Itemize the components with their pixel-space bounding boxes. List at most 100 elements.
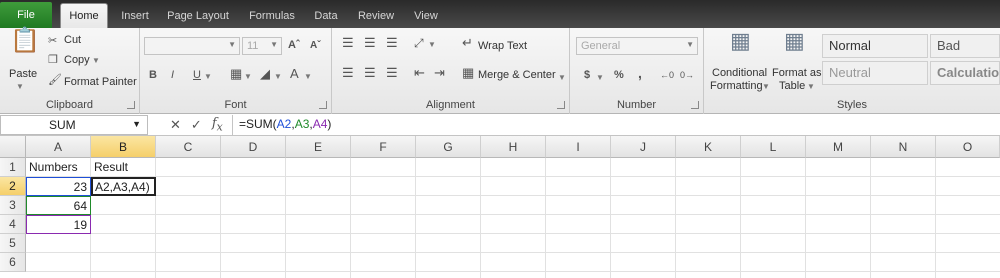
row-header-4[interactable]: 4 bbox=[0, 215, 26, 234]
column-header-b[interactable]: B bbox=[91, 136, 156, 158]
cell-a4[interactable]: 19 bbox=[26, 215, 91, 234]
tab-file[interactable]: File bbox=[0, 2, 52, 28]
paste-button[interactable]: Paste bbox=[9, 68, 37, 80]
row-header-1[interactable]: 1 bbox=[0, 158, 26, 177]
style-neutral[interactable]: Neutral bbox=[822, 61, 928, 85]
cell-a1[interactable]: Numbers bbox=[26, 158, 91, 177]
percent-button[interactable]: % bbox=[614, 68, 624, 82]
font-color-dropdown-icon[interactable]: ▼ bbox=[304, 70, 312, 84]
cell-a3[interactable]: 64 bbox=[26, 196, 91, 215]
clipboard-dialog-launcher-icon[interactable] bbox=[127, 101, 135, 109]
paste-icon[interactable]: 📋 bbox=[10, 29, 40, 53]
tab-data[interactable]: Data bbox=[308, 3, 344, 28]
bold-button[interactable]: B bbox=[149, 68, 157, 82]
column-header-o[interactable]: O bbox=[936, 136, 1000, 158]
copy-button[interactable]: Copy bbox=[64, 54, 90, 66]
shrink-font-icon[interactable]: Aˇ bbox=[310, 39, 321, 53]
column-header-n[interactable]: N bbox=[871, 136, 936, 158]
borders-icon[interactable]: ▦ bbox=[230, 67, 242, 81]
increase-indent-icon[interactable]: ⇥ bbox=[434, 66, 445, 80]
column-header-i[interactable]: I bbox=[546, 136, 611, 158]
format-as-table-icon[interactable]: ▦ bbox=[784, 30, 805, 52]
enter-icon[interactable]: ✓ bbox=[191, 117, 202, 133]
column-header-h[interactable]: H bbox=[481, 136, 546, 158]
font-dialog-launcher-icon[interactable] bbox=[319, 101, 327, 109]
tab-page-layout[interactable]: Page Layout bbox=[162, 3, 234, 28]
conditional-formatting-label-1[interactable]: Conditional bbox=[712, 67, 767, 79]
orientation-icon[interactable]: ⤢ bbox=[414, 36, 424, 50]
currency-button[interactable]: $ bbox=[584, 68, 590, 82]
tab-review[interactable]: Review bbox=[352, 3, 400, 28]
select-all-corner[interactable] bbox=[0, 136, 26, 158]
align-top-icon[interactable]: ☰ bbox=[342, 36, 354, 50]
row-header-5[interactable]: 5 bbox=[0, 234, 26, 253]
paste-dropdown-icon[interactable]: ▼ bbox=[16, 82, 24, 91]
orientation-dropdown-icon[interactable]: ▼ bbox=[428, 38, 436, 52]
format-painter-button[interactable]: Format Painter bbox=[64, 76, 137, 88]
column-header-e[interactable]: E bbox=[286, 136, 351, 158]
cancel-icon[interactable]: ✕ bbox=[170, 117, 181, 133]
alignment-dialog-launcher-icon[interactable] bbox=[557, 101, 565, 109]
decrease-decimal-icon[interactable]: 0→ bbox=[680, 68, 694, 82]
row-header-2[interactable]: 2 bbox=[0, 177, 26, 196]
underline-button[interactable]: U bbox=[193, 68, 201, 82]
cell-area[interactable] bbox=[26, 158, 1000, 278]
worksheet-grid[interactable]: A B C D E F G H I J K L M N O 1 2 3 4 5 … bbox=[0, 136, 1000, 278]
fill-color-dropdown-icon[interactable]: ▼ bbox=[274, 70, 282, 84]
increase-decimal-icon[interactable]: ←0 bbox=[660, 68, 674, 82]
number-dialog-launcher-icon[interactable] bbox=[691, 101, 699, 109]
column-header-l[interactable]: L bbox=[741, 136, 806, 158]
fill-color-icon[interactable]: ◢ bbox=[260, 67, 270, 81]
cell-a2[interactable]: 23 bbox=[26, 177, 91, 196]
align-middle-icon[interactable]: ☰ bbox=[364, 36, 376, 50]
italic-button[interactable]: I bbox=[171, 68, 174, 82]
name-box[interactable]: SUM ▼ bbox=[0, 115, 148, 135]
column-header-a[interactable]: A bbox=[26, 136, 91, 158]
column-header-k[interactable]: K bbox=[676, 136, 741, 158]
column-header-d[interactable]: D bbox=[221, 136, 286, 158]
copy-dropdown-icon[interactable]: ▼ bbox=[92, 56, 100, 65]
cell-b1[interactable]: Result bbox=[91, 158, 156, 177]
tab-view[interactable]: View bbox=[406, 3, 446, 28]
tab-formulas[interactable]: Formulas bbox=[242, 3, 302, 28]
align-center-icon[interactable]: ☰ bbox=[364, 66, 376, 80]
decrease-indent-icon[interactable]: ⇤ bbox=[414, 66, 425, 80]
currency-dropdown-icon[interactable]: ▼ bbox=[596, 71, 604, 85]
style-bad[interactable]: Bad bbox=[930, 34, 1000, 58]
merge-dropdown-icon[interactable]: ▼ bbox=[558, 71, 566, 85]
insert-function-icon[interactable]: fx bbox=[212, 116, 223, 134]
conditional-formatting-dropdown-icon[interactable]: ▼ bbox=[762, 82, 770, 91]
style-normal[interactable]: Normal bbox=[822, 34, 928, 58]
merge-center-button[interactable]: Merge & Center bbox=[478, 69, 556, 81]
style-calculation[interactable]: Calculation bbox=[930, 61, 1000, 85]
row-header-3[interactable]: 3 bbox=[0, 196, 26, 215]
formula-input[interactable]: =SUM(A2,A3,A4) bbox=[232, 115, 998, 135]
font-color-icon[interactable]: A bbox=[290, 67, 299, 81]
cell-b2-active[interactable]: A2,A3,A4) bbox=[91, 177, 156, 196]
chevron-down-icon[interactable]: ▼ bbox=[132, 119, 141, 129]
column-header-m[interactable]: M bbox=[806, 136, 871, 158]
align-right-icon[interactable]: ☰ bbox=[386, 66, 398, 80]
conditional-formatting-label-2[interactable]: Formatting bbox=[710, 80, 763, 92]
number-format-combo[interactable]: General ▼ bbox=[576, 37, 698, 55]
align-left-icon[interactable]: ☰ bbox=[342, 66, 354, 80]
column-header-g[interactable]: G bbox=[416, 136, 481, 158]
wrap-text-button[interactable]: Wrap Text bbox=[478, 40, 527, 52]
borders-dropdown-icon[interactable]: ▼ bbox=[244, 70, 252, 84]
conditional-formatting-icon[interactable]: ▦ bbox=[730, 30, 751, 52]
tab-home[interactable]: Home bbox=[60, 3, 108, 28]
column-header-j[interactable]: J bbox=[611, 136, 676, 158]
align-bottom-icon[interactable]: ☰ bbox=[386, 36, 398, 50]
font-name-combo[interactable]: ▼ bbox=[144, 37, 240, 55]
format-as-table-label-2[interactable]: Table bbox=[779, 80, 805, 92]
column-header-f[interactable]: F bbox=[351, 136, 416, 158]
font-size-combo[interactable]: 11 ▼ bbox=[242, 37, 282, 55]
column-header-c[interactable]: C bbox=[156, 136, 221, 158]
grow-font-icon[interactable]: Aˆ bbox=[288, 38, 300, 52]
tab-insert[interactable]: Insert bbox=[112, 3, 158, 28]
cut-button[interactable]: Cut bbox=[64, 34, 81, 46]
format-as-table-dropdown-icon[interactable]: ▼ bbox=[807, 82, 815, 91]
format-as-table-label-1[interactable]: Format as bbox=[772, 67, 822, 79]
row-header-6[interactable]: 6 bbox=[0, 253, 26, 272]
underline-dropdown-icon[interactable]: ▼ bbox=[204, 70, 212, 84]
